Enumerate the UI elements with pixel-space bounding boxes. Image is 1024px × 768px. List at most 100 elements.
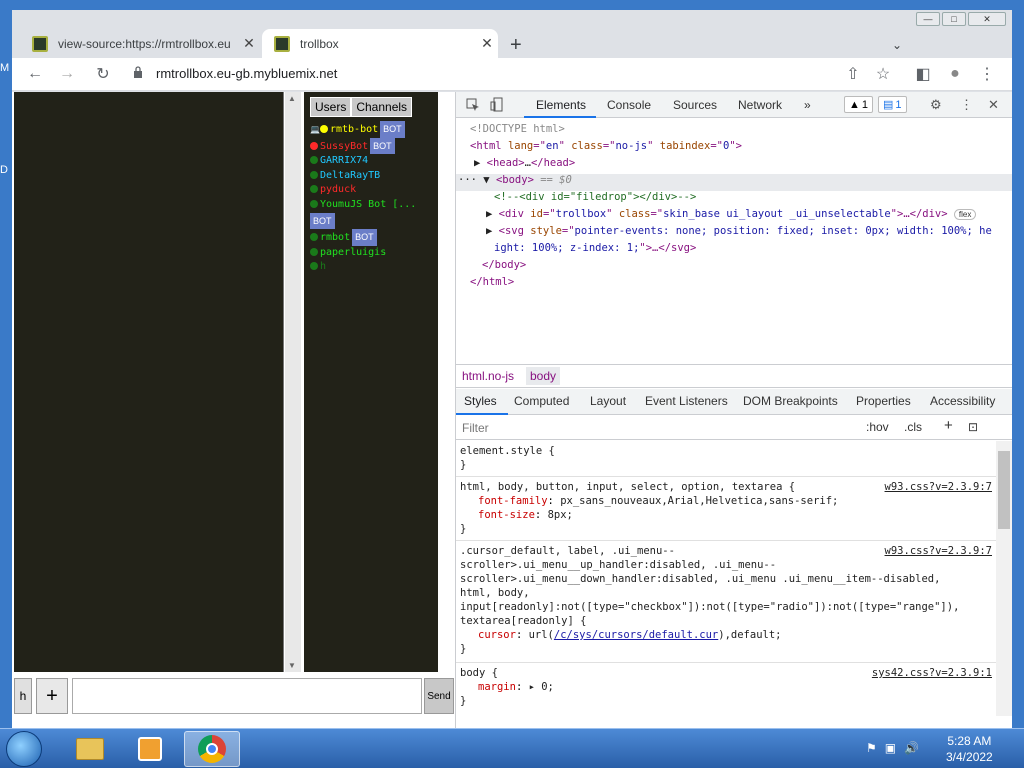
styles-filter-bar: Filter :hov .cls + ⊡: [456, 416, 1012, 440]
new-rule-icon[interactable]: +: [944, 417, 953, 434]
status-dot-icon: [310, 247, 318, 256]
chat-messages-area[interactable]: [14, 92, 284, 672]
list-item[interactable]: SussyBot BOT: [310, 137, 438, 155]
tab-trollbox[interactable]: trollbox ✕: [262, 29, 498, 58]
address-bar[interactable]: rmtrollbox.eu-gb.mybluemix.net: [156, 66, 337, 81]
flex-badge[interactable]: flex: [953, 209, 977, 220]
list-item[interactable]: YoumuJS Bot [...: [310, 198, 438, 213]
share-icon[interactable]: ⇧: [840, 62, 866, 86]
tab-layout[interactable]: Layout: [590, 394, 626, 408]
dom-node[interactable]: <html lang="en" class="no-js" tabindex="…: [470, 140, 742, 152]
rule-property[interactable]: font-family: px_sans_nouveaux,Arial,Helv…: [478, 495, 838, 507]
devtools-panel: Elements Console Sources Network » ▲ 1 ▤ 1…: [455, 92, 1012, 728]
breadcrumb-item[interactable]: html.no-js: [462, 369, 514, 383]
chrome-icon: [198, 735, 226, 763]
dom-node[interactable]: </html>: [470, 276, 514, 288]
list-item[interactable]: DeltaRayTB: [310, 169, 438, 184]
browser-toolbar: ← → ↻ rmtrollbox.eu-gb.mybluemix.net ⇧ ☆…: [12, 58, 1012, 91]
start-button[interactable]: [6, 731, 42, 767]
list-item[interactable]: paperluigis: [310, 246, 438, 261]
tab-styles[interactable]: Styles: [464, 394, 497, 408]
more-tabs-icon[interactable]: »: [804, 98, 811, 112]
tab-view-source[interactable]: view-source:https://rmtrollbox.eu ✕: [20, 29, 260, 58]
tab-close-icon[interactable]: ✕: [476, 35, 498, 52]
tab-console[interactable]: Console: [607, 98, 651, 112]
class-toggle-button[interactable]: .cls: [904, 420, 922, 434]
dom-node[interactable]: ▶ <svg style="pointer-events: none; posi…: [486, 225, 992, 237]
customize-kebab-icon[interactable]: ⋮: [960, 97, 973, 113]
tab-sources[interactable]: Sources: [673, 98, 717, 112]
taskbar-media-player[interactable]: [122, 731, 178, 767]
tab-search-chevron-icon[interactable]: ⌄: [892, 38, 902, 52]
rule-source-link[interactable]: sys42.css?v=2.3.9:1: [872, 667, 992, 679]
taskbar-chrome[interactable]: [184, 731, 240, 767]
tab-properties[interactable]: Properties: [856, 394, 911, 408]
send-button[interactable]: Send: [424, 678, 454, 714]
rule-property[interactable]: cursor: url(/c/sys/cursors/default.cur),…: [478, 629, 781, 641]
hover-state-button[interactable]: :hov: [866, 420, 889, 434]
rule-selector: element.style {: [460, 445, 555, 457]
tab-users[interactable]: Users: [310, 97, 352, 117]
list-item[interactable]: GARRIX74: [310, 154, 438, 169]
messages-badge[interactable]: ▤ 1: [878, 96, 907, 113]
forward-arrow-icon[interactable]: →: [54, 62, 80, 86]
dom-node[interactable]: </body>: [482, 259, 526, 271]
volume-icon[interactable]: 🔊: [904, 741, 919, 755]
list-item[interactable]: pyduck: [310, 183, 438, 198]
inspect-element-icon[interactable]: [466, 98, 480, 112]
scroll-up-icon[interactable]: ▲: [288, 94, 296, 103]
dom-node[interactable]: ▶ <head>…</head>: [474, 157, 575, 169]
nick-button[interactable]: h: [14, 678, 32, 714]
chat-scrollbar[interactable]: ▲ ▼: [285, 92, 301, 672]
list-item[interactable]: h: [310, 260, 438, 275]
tab-event-listeners[interactable]: Event Listeners: [645, 394, 728, 408]
tab-network[interactable]: Network: [738, 98, 782, 112]
rule-source-link[interactable]: w93.css?v=2.3.9:7: [885, 481, 992, 493]
side-panel-icon[interactable]: ◧: [910, 62, 936, 86]
filter-input[interactable]: Filter: [462, 421, 489, 435]
warnings-badge[interactable]: ▲ 1: [844, 96, 874, 113]
menu-kebab-icon[interactable]: ⋮: [974, 62, 1000, 86]
list-item[interactable]: rmbot BOT: [310, 229, 438, 246]
clock[interactable]: 5:28 AM 3/4/2022: [946, 733, 993, 765]
action-center-flag-icon[interactable]: ⚑: [866, 741, 877, 755]
tab-accessibility[interactable]: Accessibility: [930, 394, 995, 408]
bookmark-star-icon[interactable]: ☆: [870, 62, 896, 86]
rule-property[interactable]: margin: ▸ 0;: [478, 681, 554, 693]
new-tab-button[interactable]: +: [510, 34, 522, 57]
close-devtools-icon[interactable]: ✕: [988, 97, 999, 113]
tab-channels[interactable]: Channels: [351, 97, 413, 117]
settings-gear-icon[interactable]: ⚙: [930, 97, 942, 113]
dom-node[interactable]: <!--<div id="filedrop"></div>-->: [494, 191, 696, 203]
bot-badge: BOT: [380, 121, 405, 138]
breadcrumb-item[interactable]: body: [526, 367, 561, 385]
list-item[interactable]: 💻 rmtb-bot BOT: [310, 121, 438, 138]
message-input[interactable]: [72, 678, 422, 714]
styles-scrollbar[interactable]: [996, 441, 1012, 716]
toggle-sidebar-icon[interactable]: ⊡: [968, 420, 978, 434]
rule-property[interactable]: font-size: 8px;: [478, 509, 573, 521]
style-rule[interactable]: element.style { }: [456, 441, 996, 477]
back-arrow-icon[interactable]: ←: [22, 62, 48, 86]
device-toolbar-icon[interactable]: [490, 97, 504, 113]
style-rule[interactable]: .cursor_default, label, .ui_menu-- w93.c…: [456, 541, 996, 663]
style-rule[interactable]: body { sys42.css?v=2.3.9:1 margin: ▸ 0; …: [456, 663, 996, 715]
scrollbar-thumb[interactable]: [998, 451, 1010, 529]
tab-dom-breakpoints[interactable]: DOM Breakpoints: [743, 394, 838, 408]
network-icon[interactable]: ▣: [885, 741, 896, 755]
tab-close-icon[interactable]: ✕: [238, 35, 260, 52]
tab-computed[interactable]: Computed: [514, 394, 569, 408]
profile-avatar-icon[interactable]: ●: [942, 62, 968, 86]
tab-elements[interactable]: Elements: [536, 98, 586, 112]
tab-strip: view-source:https://rmtrollbox.eu ✕ trol…: [12, 22, 1012, 58]
taskbar-explorer[interactable]: [62, 731, 118, 767]
rule-source-link[interactable]: w93.css?v=2.3.9:7: [885, 545, 992, 557]
style-rule[interactable]: html, body, button, input, select, optio…: [456, 477, 996, 541]
dom-node[interactable]: <!DOCTYPE html>: [470, 123, 565, 135]
dom-node[interactable]: ▶ <div id="trollbox" class="skin_base ui…: [486, 208, 977, 220]
styles-tabbar: Styles Computed Layout Event Listeners D…: [456, 389, 1012, 415]
dom-node-selected[interactable]: ··· ▼ <body> == $0: [456, 174, 1012, 191]
scroll-down-icon[interactable]: ▼: [288, 661, 296, 670]
reload-icon[interactable]: ↻: [90, 62, 116, 86]
add-button[interactable]: +: [36, 678, 68, 714]
